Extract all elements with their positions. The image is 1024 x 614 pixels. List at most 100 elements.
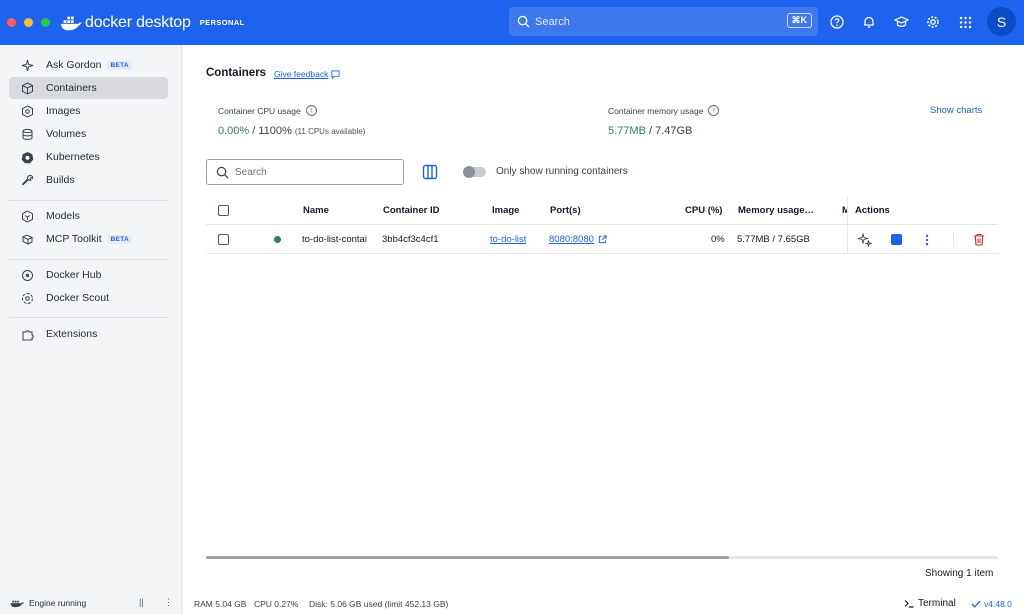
memory-usage-value: 5.77MB / 7.47GB	[608, 125, 692, 137]
header-ports[interactable]: Port(s)	[550, 196, 581, 225]
models-icon	[19, 209, 35, 223]
beta-badge: BETA	[107, 234, 133, 244]
feedback-icon	[331, 69, 340, 79]
stop-icon[interactable]	[891, 234, 902, 245]
memory-cell: 5.77MB / 7.65GB	[737, 234, 810, 245]
sidebar-item-label: Extensions	[46, 328, 98, 340]
header-image[interactable]: Image	[492, 196, 519, 225]
apps-grid-icon[interactable]	[954, 11, 976, 33]
sparkle-action-icon[interactable]	[858, 232, 872, 247]
sidebar-item-models[interactable]: Models	[9, 205, 168, 227]
user-avatar[interactable]: S	[987, 7, 1016, 36]
engine-status: Engine running	[10, 597, 86, 608]
kubernetes-icon	[19, 151, 35, 164]
status-footer: RAM 5.04 GB CPU 0.27% Disk: 5.06 GB used…	[183, 592, 1024, 614]
running-only-toggle[interactable]	[463, 166, 486, 178]
action-separator	[953, 232, 954, 246]
show-charts-button[interactable]: Show charts	[930, 105, 982, 116]
port-link[interactable]: 8080:8080	[549, 234, 594, 245]
sidebar-item-label: Docker Hub	[46, 269, 102, 281]
container-name[interactable]: to-do-list-contai	[302, 225, 378, 254]
trash-icon[interactable]	[973, 233, 985, 246]
sidebar-item-docker-scout[interactable]: Docker Scout	[9, 287, 168, 309]
header-actions: Actions	[855, 205, 890, 216]
sidebar-item-volumes[interactable]: Volumes	[9, 123, 168, 145]
cpu-usage-label-text: Container CPU usage	[218, 105, 301, 116]
image-link[interactable]: to-do-list	[490, 225, 526, 254]
container-search-input[interactable]	[235, 166, 395, 178]
info-icon[interactable]: i	[708, 105, 720, 116]
scout-icon	[19, 292, 35, 305]
header-container-id[interactable]: Container ID	[383, 196, 439, 225]
terminal-button[interactable]: Terminal	[904, 598, 956, 609]
sidebar-item-kubernetes[interactable]: Kubernetes	[9, 146, 168, 168]
close-window-button[interactable]	[7, 18, 16, 27]
sidebar-item-label: Kubernetes	[46, 151, 100, 163]
hub-icon	[19, 269, 35, 282]
sidebar-item-label: Docker Scout	[46, 292, 110, 304]
sidebar-item-ask-gordon[interactable]: Ask Gordon BETA	[9, 54, 168, 76]
cpu-value: 0.00%	[218, 125, 250, 137]
search-icon	[517, 15, 530, 28]
sidebar-item-docker-hub[interactable]: Docker Hub	[9, 264, 168, 286]
row-select-cell	[218, 225, 229, 254]
version-indicator[interactable]: v4.48.0	[971, 599, 1012, 609]
pause-engine-button[interactable]: ||	[139, 597, 144, 607]
horizontal-scrollbar[interactable]	[206, 556, 998, 559]
sidebar-item-images[interactable]: Images	[9, 100, 168, 122]
zoom-window-button[interactable]	[41, 18, 50, 27]
row-checkbox[interactable]	[218, 234, 229, 245]
header-memory[interactable]: Memory usage…	[738, 196, 842, 225]
learning-icon[interactable]	[890, 11, 912, 33]
sidebar-item-label: Volumes	[46, 128, 87, 140]
select-all-checkbox[interactable]	[218, 205, 229, 216]
header-cpu[interactable]: CPU (%)	[685, 196, 722, 225]
search-shortcut: ⌘K	[786, 13, 812, 28]
running-only-label: Only show running containers	[496, 166, 628, 177]
cpu-usage-value: 0.00% / 1100% (11 CPUs available)	[218, 125, 365, 137]
wrench-icon	[19, 174, 35, 187]
running-status-dot	[274, 236, 281, 243]
give-feedback-link[interactable]: Give feedback	[274, 69, 340, 79]
stop-cell	[891, 225, 902, 254]
sidebar-item-containers[interactable]: Containers	[9, 77, 168, 99]
info-icon[interactable]: i	[305, 105, 317, 116]
cpu-total: / 1100%	[249, 125, 292, 137]
top-icons	[826, 11, 976, 33]
engine-status-label: Engine running	[29, 597, 87, 608]
global-search[interactable]: Search ⌘K	[509, 7, 818, 36]
external-link-icon[interactable]	[598, 235, 607, 244]
minimize-window-button[interactable]	[24, 18, 33, 27]
showing-count: Showing 1 item	[925, 568, 994, 579]
app-brand: docker desktop	[85, 13, 191, 31]
whale-icon	[60, 16, 82, 30]
sidebar-item-label: Containers	[46, 82, 97, 94]
ai-actions-cell	[858, 225, 872, 254]
sidebar-divider	[9, 259, 168, 260]
cpu-cell: 0%	[711, 234, 725, 245]
sidebar-item-extensions[interactable]: Extensions	[9, 323, 168, 345]
actions-column-divider	[847, 196, 848, 254]
engine-menu-button[interactable]: ⋮	[164, 597, 173, 608]
memory-total: / 7.47GB	[645, 125, 693, 137]
header-name[interactable]: Name	[303, 196, 329, 225]
memory-usage-label: Container memory usage i	[608, 105, 720, 116]
container-id: 3bb4cf3c4cf1	[382, 234, 439, 245]
table-row[interactable]: to-do-list-contai 3bb4cf3c4cf1 to-do-lis…	[206, 225, 998, 254]
toolkit-icon	[19, 233, 35, 246]
whale-status-icon	[10, 600, 24, 608]
help-icon[interactable]	[826, 11, 848, 33]
columns-icon[interactable]	[422, 164, 438, 180]
gear-icon[interactable]	[922, 11, 944, 33]
sidebar-item-label: Models	[46, 210, 80, 222]
memory-value: 5.77MB	[608, 125, 646, 137]
sidebar-item-builds[interactable]: Builds	[9, 169, 168, 191]
sidebar-item-mcp-toolkit[interactable]: MCP Toolkit BETA	[9, 228, 168, 250]
cube-icon	[19, 81, 35, 95]
container-search[interactable]	[206, 159, 404, 185]
bell-icon[interactable]	[858, 11, 880, 33]
more-vertical-icon[interactable]	[924, 233, 930, 247]
scrollbar-thumb[interactable]	[206, 556, 729, 559]
version-label: v4.48.0	[984, 599, 1012, 609]
cpu-usage-label: Container CPU usage i	[218, 105, 317, 116]
